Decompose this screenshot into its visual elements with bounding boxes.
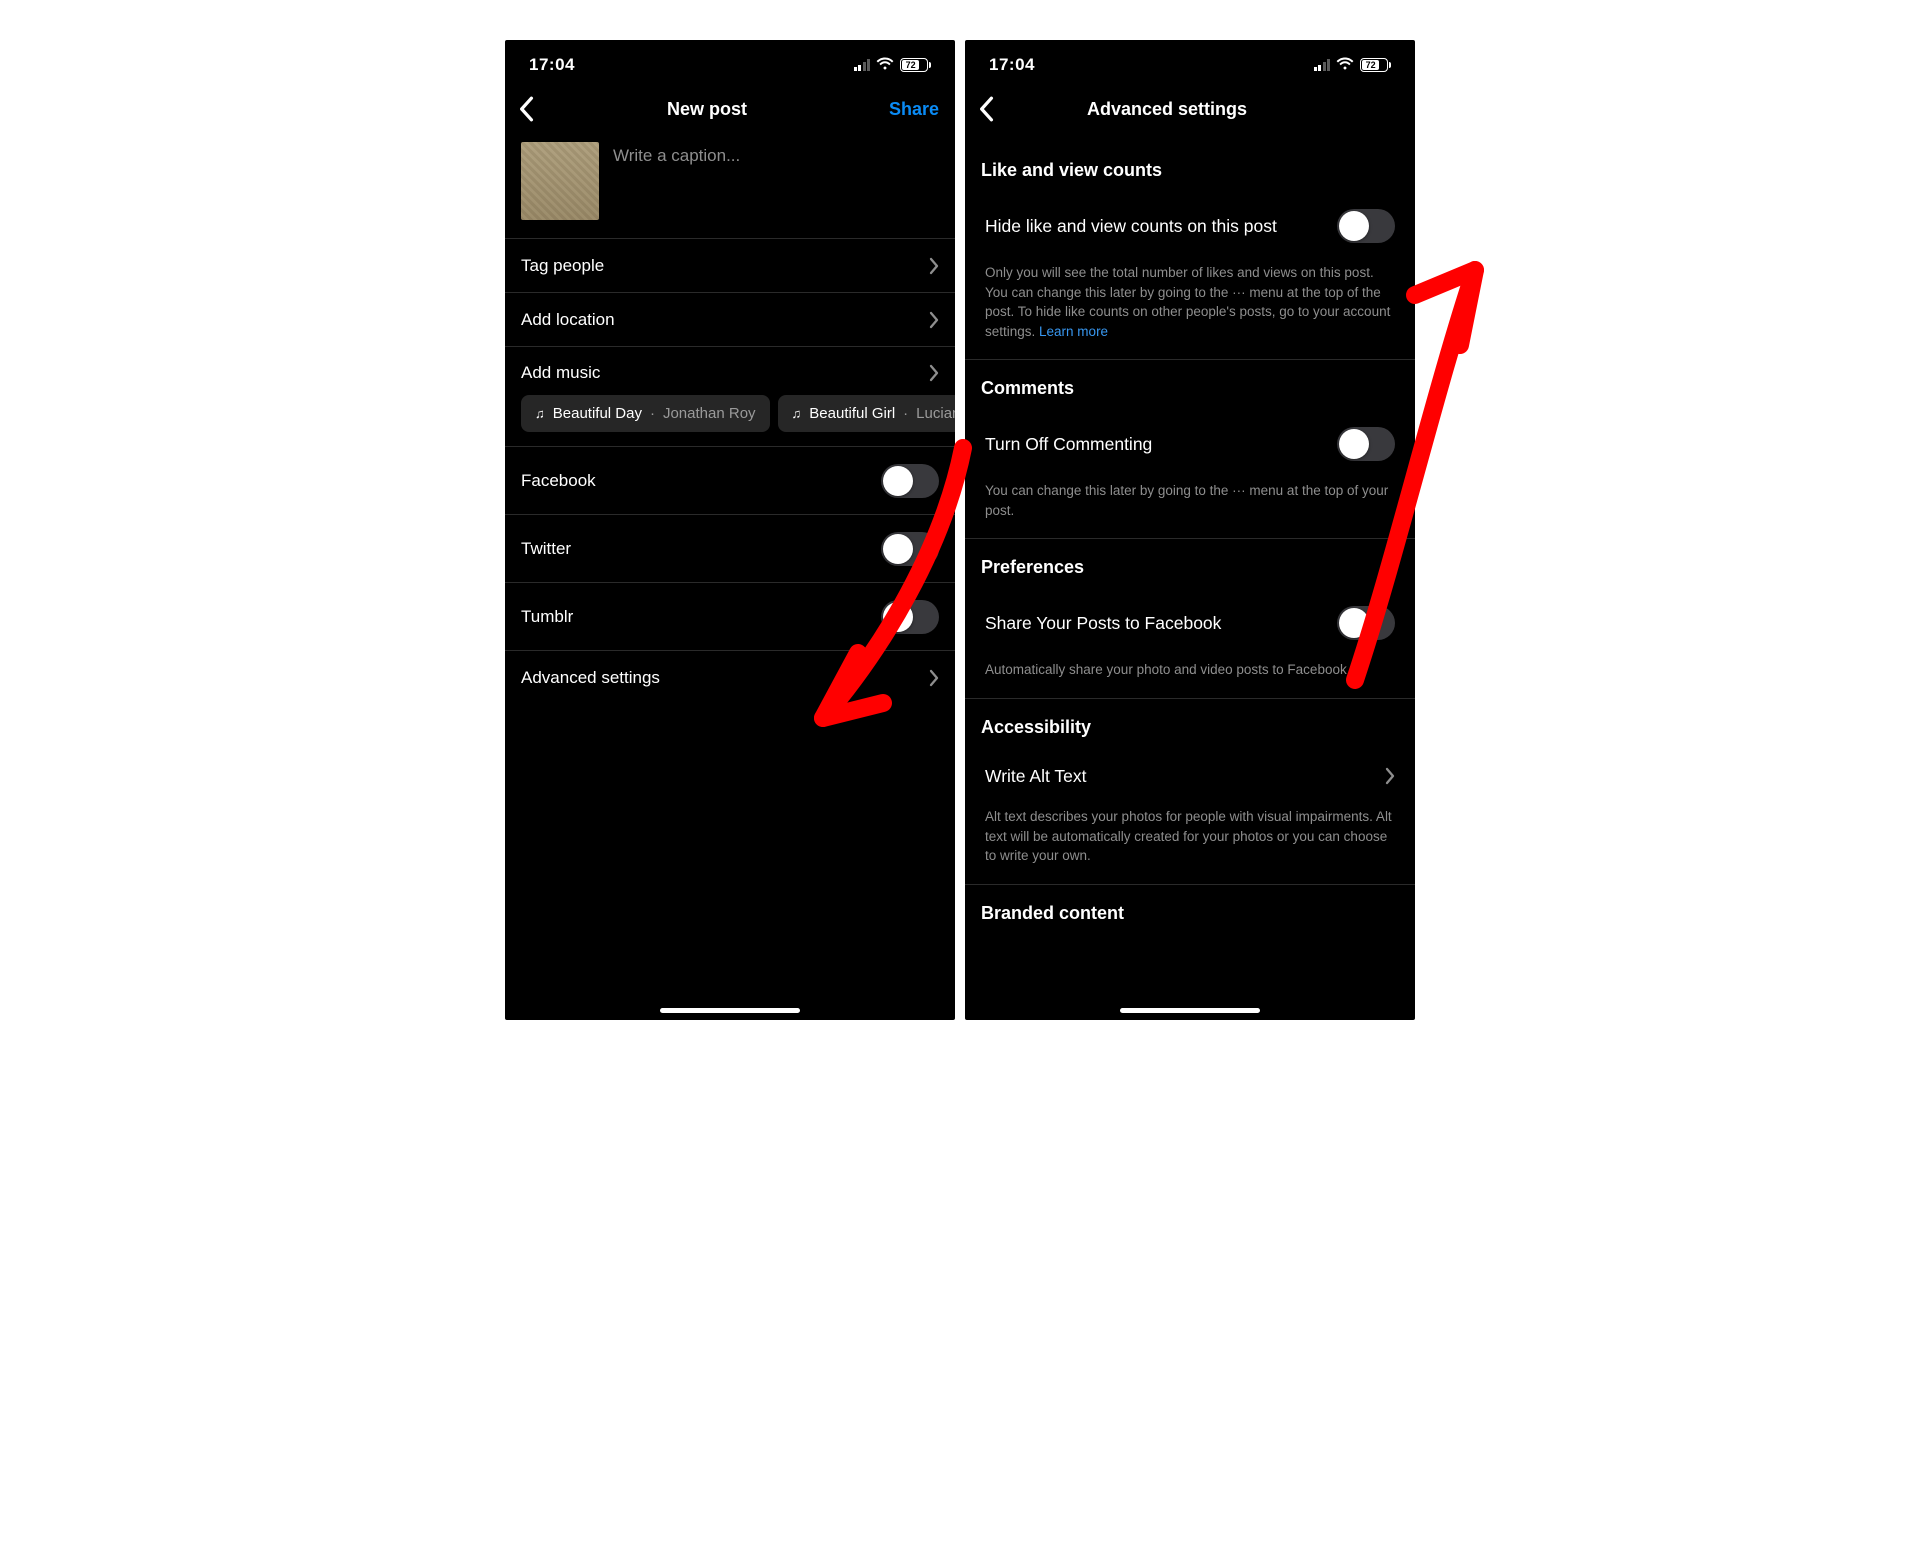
phone-advanced-settings: 17:04 72 Advanced settings Like [965,40,1415,1020]
tumblr-toggle[interactable] [881,600,939,634]
branded-section-title: Branded content [965,885,1415,938]
home-indicator[interactable] [1120,1008,1260,1013]
row-label: Facebook [521,471,596,491]
status-time: 17:04 [529,55,575,75]
music-note-icon: ♫ [535,406,545,421]
screenshots-pair: 17:04 72 New post Share [505,40,1415,1020]
home-indicator[interactable] [660,1008,800,1013]
chevron-right-icon [929,311,939,329]
hide-likes-toggle[interactable] [1337,209,1395,243]
status-bar: 17:04 72 [505,40,955,84]
back-button[interactable] [977,96,995,122]
alt-text-row[interactable]: Write Alt Text [965,752,1415,801]
row-label: Twitter [521,539,571,559]
status-time: 17:04 [989,55,1035,75]
row-label: Add location [521,310,615,330]
cellular-icon [1314,59,1331,71]
chip-artist: Jonathan Roy [663,405,756,422]
add-music-row[interactable]: Add music [505,347,955,395]
hide-likes-row: Hide like and view counts on this post [965,195,1415,257]
learn-more-link[interactable]: Learn more [1039,324,1108,339]
row-label: Add music [521,363,600,383]
share-button[interactable]: Share [879,99,939,120]
row-label: Write Alt Text [985,766,1086,787]
share-facebook-row: Share Your Posts to Facebook [965,592,1415,654]
nav-header: Advanced settings [965,84,1415,142]
row-label: Turn Off Commenting [985,434,1152,455]
row-label: Tag people [521,256,604,276]
row-label: Share Your Posts to Facebook [985,613,1221,634]
battery-icon: 72 [900,58,931,72]
add-music-section: Add music ♫ Beautiful Day · Jonathan Roy… [505,346,955,446]
row-label: Tumblr [521,607,573,627]
twitter-toggle[interactable] [881,532,939,566]
chevron-right-icon [1385,767,1395,785]
wifi-icon [1336,55,1354,75]
preferences-section-title: Preferences [965,539,1415,592]
accessibility-section-title: Accessibility [965,699,1415,752]
row-label: Hide like and view counts on this post [985,216,1277,237]
cellular-icon [854,59,871,71]
nav-header: New post Share [505,84,955,142]
add-location-row[interactable]: Add location [505,292,955,346]
share-facebook-toggle[interactable] [1337,606,1395,640]
row-label: Advanced settings [521,668,660,688]
hide-likes-description: Only you will see the total number of li… [965,257,1415,359]
advanced-settings-row[interactable]: Advanced settings [505,650,955,704]
status-bar: 17:04 72 [965,40,1415,84]
commenting-toggle[interactable] [1337,427,1395,461]
tumblr-row: Tumblr [505,582,955,650]
chevron-right-icon [929,669,939,687]
caption-input[interactable]: Write a caption... [613,142,740,166]
comments-description: You can change this later by going to th… [965,475,1415,538]
music-chip[interactable]: ♫ Beautiful Day · Jonathan Roy [521,395,770,432]
chevron-right-icon [929,364,939,382]
chip-title: Beautiful Day [553,405,642,422]
facebook-row: Facebook [505,446,955,514]
post-thumbnail[interactable] [521,142,599,220]
chip-title: Beautiful Girl [809,405,895,422]
caption-row: Write a caption... [505,142,955,238]
phone-new-post: 17:04 72 New post Share [505,40,955,1020]
turn-off-commenting-row: Turn Off Commenting [965,413,1415,475]
share-facebook-description: Automatically share your photo and video… [965,654,1415,698]
facebook-toggle[interactable] [881,464,939,498]
chevron-right-icon [929,257,939,275]
page-title: New post [535,99,879,120]
status-indicators: 72 [1314,55,1392,75]
tag-people-row[interactable]: Tag people [505,238,955,292]
music-chips: ♫ Beautiful Day · Jonathan Roy ♫ Beautif… [505,395,955,432]
back-button[interactable] [517,96,535,122]
twitter-row: Twitter [505,514,955,582]
status-indicators: 72 [854,55,932,75]
likes-section-title: Like and view counts [965,142,1415,195]
comments-section-title: Comments [965,360,1415,413]
music-chip[interactable]: ♫ Beautiful Girl · Lucian [778,395,955,432]
music-note-icon: ♫ [792,406,802,421]
battery-icon: 72 [1360,58,1391,72]
chip-artist: Lucian [916,405,955,422]
wifi-icon [876,55,894,75]
page-title: Advanced settings [995,99,1339,120]
alt-text-description: Alt text describes your photos for peopl… [965,801,1415,884]
